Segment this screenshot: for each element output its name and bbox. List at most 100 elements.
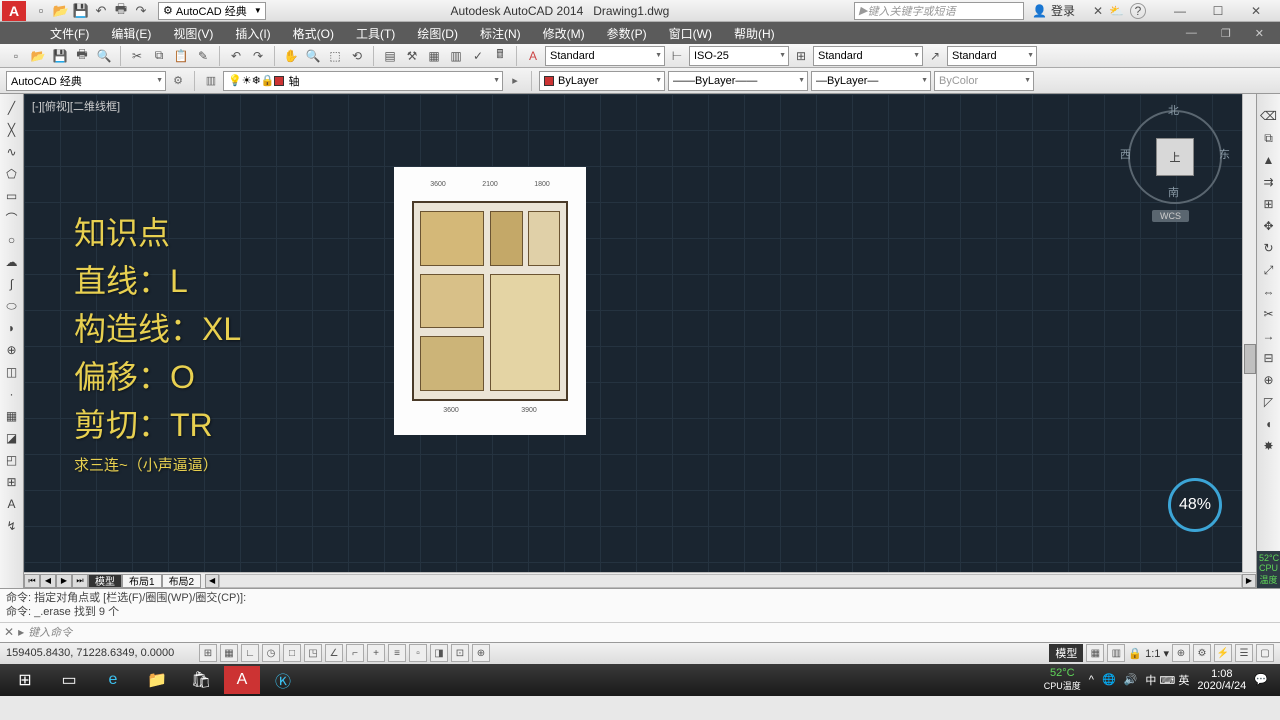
otrack-icon[interactable]: ∠ [325,644,343,662]
paste-icon[interactable]: 📋 [171,46,191,66]
erase-icon[interactable]: ⌫ [1259,106,1279,126]
start-button[interactable]: ⊞ [4,666,46,694]
cmd-recent-icon[interactable]: ▸ [18,625,24,639]
calc-icon[interactable]: 🖩 [490,46,510,66]
osnap-icon[interactable]: □ [283,644,301,662]
search-input[interactable]: ▶ 键入关键字或短语 [854,2,1024,20]
tab-next-icon[interactable]: ▶ [56,574,72,588]
chamfer-icon[interactable]: ◸ [1259,392,1279,412]
horizontal-scrollbar[interactable]: ◀▶ [205,573,1256,588]
ellipse-icon[interactable]: ⬭ [2,296,22,316]
qp-icon[interactable]: ◨ [430,644,448,662]
doc-min-icon[interactable]: — [1176,24,1207,43]
doc-max-icon[interactable]: ❐ [1211,24,1241,43]
command-input[interactable]: 键入命令 [28,624,1276,640]
ducs-icon[interactable]: ⌐ [346,644,364,662]
tpy-icon[interactable]: ▫ [409,644,427,662]
ws-switch-icon[interactable]: ⚙ [1193,644,1211,662]
polygon-icon[interactable]: ⬠ [2,164,22,184]
doc-close-icon[interactable]: ✕ [1245,24,1274,43]
open-icon[interactable]: 📂 [28,46,48,66]
tray-notif-icon[interactable]: 💬 [1254,673,1268,686]
rectangle-icon[interactable]: ▭ [2,186,22,206]
copy-mod-icon[interactable]: ⧉ [1259,128,1279,148]
text-icon[interactable]: A [2,494,22,514]
menu-format[interactable]: 格式(O) [283,22,344,45]
tray-net-icon[interactable]: 🌐 [1102,673,1116,686]
store-icon[interactable]: 🛍 [180,666,222,694]
layer-states-icon[interactable]: ▸ [506,72,524,90]
menu-modify[interactable]: 修改(M) [533,22,595,45]
tab-first-icon[interactable]: ⏮ [24,574,40,588]
cmd-prompt-icon[interactable]: ✕ [4,625,14,639]
annot-vis-icon[interactable]: ⊕ [1172,644,1190,662]
clean-icon[interactable]: ▢ [1256,644,1274,662]
region-icon[interactable]: ◰ [2,450,22,470]
lwt-icon[interactable]: ≡ [388,644,406,662]
array-icon[interactable]: ⊞ [1259,194,1279,214]
exchange-icon[interactable]: ✕ [1093,4,1103,18]
workspace-select[interactable]: AutoCAD 经典 [6,71,166,91]
menu-insert[interactable]: 插入(I) [225,22,280,45]
vertical-scrollbar[interactable] [1242,94,1256,572]
new-icon[interactable]: ▫ [6,46,26,66]
status-qv-icon[interactable]: ▥ [1107,644,1125,662]
polar-icon[interactable]: ◷ [262,644,280,662]
annot-style-select[interactable]: Standard [545,46,665,66]
viewcube[interactable]: 北 南 东 西 上 WCS [1120,102,1230,222]
qat-save-icon[interactable]: 💾 [72,2,90,20]
line-icon[interactable]: ╱ [2,98,22,118]
table-style-select[interactable]: Standard [813,46,923,66]
plot-icon[interactable]: 🖶 [72,46,92,66]
stretch-icon[interactable]: ⇔ [1259,282,1279,302]
dyn-icon[interactable]: + [367,644,385,662]
status-model[interactable]: 模型 [1049,644,1083,662]
qat-open-icon[interactable]: 📂 [52,2,70,20]
table-icon[interactable]: ⊞ [791,46,811,66]
sheetset-icon[interactable]: ▥ [446,46,466,66]
tab-layout1[interactable]: 布局1 [122,574,162,588]
point-icon[interactable]: · [2,384,22,404]
polyline-icon[interactable]: ∿ [2,142,22,162]
revcloud-icon[interactable]: ☁ [2,252,22,272]
pan-icon[interactable]: ✋ [281,46,301,66]
cloud-icon[interactable]: ⛅ [1109,4,1124,18]
fillet-icon[interactable]: ◖ [1259,414,1279,434]
taskview-icon[interactable]: ▭ [48,666,90,694]
help-icon[interactable]: ? [1130,3,1146,19]
preview-icon[interactable]: 🔍 [94,46,114,66]
trim-icon[interactable]: ✂ [1259,304,1279,324]
mleader-icon[interactable]: ↗ [925,46,945,66]
tab-prev-icon[interactable]: ◀ [40,574,56,588]
menu-tools[interactable]: 工具(T) [346,22,405,45]
menu-file[interactable]: 文件(F) [40,22,99,45]
insert-icon[interactable]: ⊕ [2,340,22,360]
zoom-win-icon[interactable]: ⬚ [325,46,345,66]
designcenter-icon[interactable]: ⚒ [402,46,422,66]
break-icon[interactable]: ⊟ [1259,348,1279,368]
coordinates[interactable]: 159405.8430, 71228.6349, 0.0000 [6,647,196,659]
lineweight-select[interactable]: — ByLayer — [811,71,931,91]
layer-select[interactable]: 💡☀❄🔒轴 [223,71,503,91]
toolpalettes-icon[interactable]: ▦ [424,46,444,66]
drawing-canvas[interactable]: [-][俯视][二维线框] 知识点 直线：L 构造线：XL 偏移：O 剪切：TR… [24,94,1242,572]
status-grid2-icon[interactable]: ▦ [1086,644,1104,662]
extend-icon[interactable]: → [1259,326,1279,346]
menu-edit[interactable]: 编辑(E) [101,22,161,45]
dim-icon[interactable]: ⊢ [667,46,687,66]
mirror-icon[interactable]: ▲ [1259,150,1279,170]
app-logo[interactable]: A [2,1,26,21]
menu-dimension[interactable]: 标注(N) [470,22,531,45]
kugou-icon[interactable]: Ⓚ [262,666,304,694]
tray-ime[interactable]: 中 ⌨ 英 [1145,672,1189,688]
dim-style-select[interactable]: ISO-25 [689,46,789,66]
close-button[interactable]: ✕ [1242,4,1270,18]
tray-vol-icon[interactable]: 🔊 [1124,673,1138,686]
properties-icon[interactable]: ▤ [380,46,400,66]
qat-redo-icon[interactable]: ↷ [132,2,150,20]
autocad-task-icon[interactable]: A [224,666,260,694]
scale-icon[interactable]: ⤢ [1259,260,1279,280]
ortho-icon[interactable]: ∟ [241,644,259,662]
layer-props-icon[interactable]: ▥ [202,72,220,90]
ellipse-arc-icon[interactable]: ◗ [2,318,22,338]
